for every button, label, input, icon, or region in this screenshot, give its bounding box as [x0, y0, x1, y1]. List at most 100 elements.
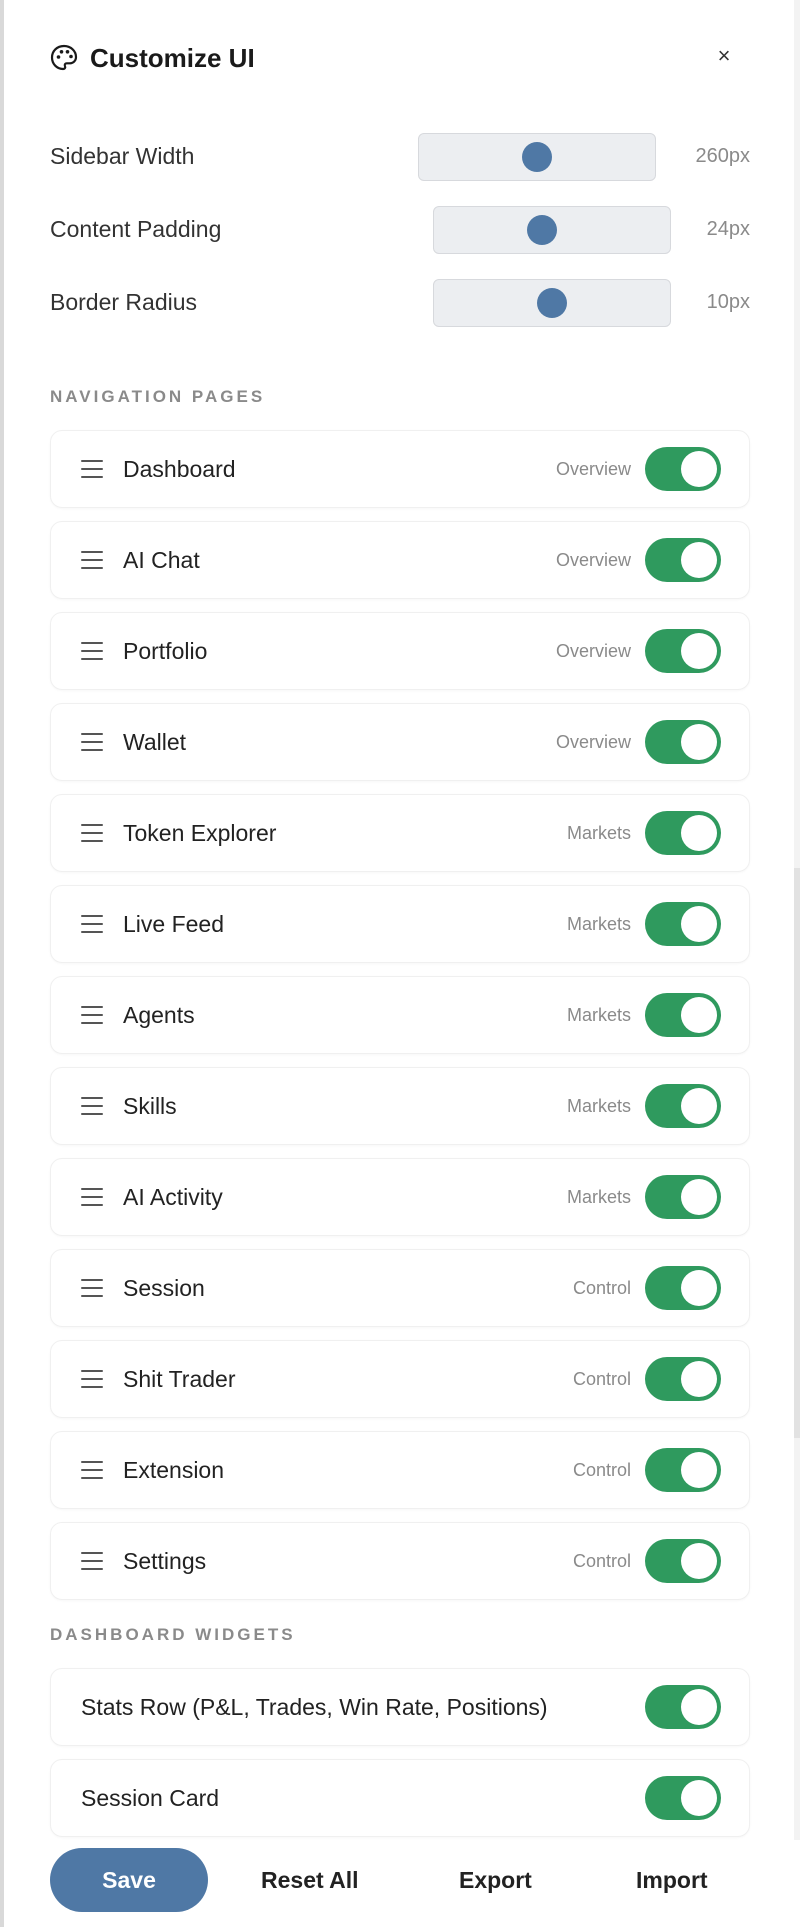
toggle-knob: [681, 1361, 717, 1397]
drag-handle-icon[interactable]: [81, 1006, 103, 1024]
nav-page-group: Control: [572, 1459, 631, 1480]
toggle-switch[interactable]: [645, 538, 721, 582]
nav-page-group: Control: [572, 1277, 631, 1298]
navigation-pages-heading: NAVIGATION PAGES: [50, 387, 266, 406]
nav-page-group: Overview: [555, 731, 631, 752]
slider-thumb[interactable]: [537, 288, 567, 318]
drag-handle-icon[interactable]: [81, 1552, 103, 1570]
dashboard-widget-item: Stats Row (P&L, Trades, Win Rate, Positi…: [50, 1668, 750, 1746]
export-button[interactable]: Export: [459, 1848, 532, 1912]
toggle-switch[interactable]: [645, 629, 721, 673]
nav-page-item: AI Activity Markets: [50, 1158, 750, 1236]
panel-footer: Save Reset All Export Import: [4, 1840, 800, 1927]
nav-page-item: Agents Markets: [50, 976, 750, 1054]
nav-page-label: Live Feed: [123, 910, 225, 937]
drag-handle-icon[interactable]: [81, 1370, 103, 1388]
nav-page-group: Overview: [555, 549, 631, 570]
slider-row-border-radius: Border Radius 10px: [50, 279, 750, 327]
toggle-switch[interactable]: [645, 1357, 721, 1401]
toggle-knob: [681, 997, 717, 1033]
slider-thumb[interactable]: [527, 215, 557, 245]
nav-page-label: Agents: [123, 1001, 195, 1028]
slider-value: 24px: [706, 218, 750, 240]
toggle-knob: [681, 724, 717, 760]
toggle-knob: [681, 1543, 717, 1579]
slider-row-content-padding: Content Padding 24px: [50, 206, 750, 254]
dashboard-widget-item: Session Card: [50, 1759, 750, 1837]
nav-page-label: Portfolio: [123, 637, 208, 664]
drag-handle-icon[interactable]: [81, 824, 103, 842]
border-radius-slider[interactable]: [433, 279, 671, 327]
close-icon: ×: [717, 43, 731, 68]
slider-value: 260px: [695, 145, 751, 167]
toggle-knob: [681, 1452, 717, 1488]
nav-page-label: Settings: [123, 1547, 207, 1574]
drag-handle-icon[interactable]: [81, 733, 103, 751]
slider-value: 10px: [706, 291, 750, 313]
nav-page-label: AI Activity: [123, 1183, 223, 1210]
drag-handle-icon[interactable]: [81, 460, 103, 478]
toggle-switch[interactable]: [645, 1776, 721, 1820]
drag-handle-icon[interactable]: [81, 551, 103, 569]
nav-page-group: Control: [572, 1368, 631, 1389]
toggle-switch[interactable]: [645, 1685, 721, 1729]
slider-label: Content Padding: [50, 216, 222, 242]
toggle-switch[interactable]: [645, 1448, 721, 1492]
nav-page-item: Shit Trader Control: [50, 1340, 750, 1418]
nav-page-group: Markets: [566, 1004, 631, 1025]
nav-page-label: Extension: [123, 1456, 225, 1483]
nav-page-item: Skills Markets: [50, 1067, 750, 1145]
toggle-switch[interactable]: [645, 1539, 721, 1583]
toggle-switch[interactable]: [645, 447, 721, 491]
save-button[interactable]: Save: [50, 1848, 208, 1912]
toggle-switch[interactable]: [645, 1175, 721, 1219]
drag-handle-icon[interactable]: [81, 642, 103, 660]
drag-handle-icon[interactable]: [81, 1461, 103, 1479]
slider-thumb[interactable]: [522, 142, 552, 172]
nav-page-label: Skills: [123, 1092, 177, 1119]
toggle-switch[interactable]: [645, 811, 721, 855]
nav-page-item: Settings Control: [50, 1522, 750, 1600]
drag-handle-icon[interactable]: [81, 1097, 103, 1115]
nav-page-label: Token Explorer: [123, 819, 277, 846]
toggle-knob: [681, 815, 717, 851]
toggle-knob: [681, 906, 717, 942]
nav-page-label: Wallet: [123, 728, 187, 755]
navigation-pages-list: Dashboard Overview AI Chat Overview Portfoli…: [50, 430, 750, 1613]
toggle-switch[interactable]: [645, 902, 721, 946]
import-button[interactable]: Import: [636, 1848, 708, 1912]
nav-page-item: Wallet Overview: [50, 703, 750, 781]
nav-page-group: Markets: [566, 1095, 631, 1116]
nav-page-item: Session Control: [50, 1249, 750, 1327]
widget-label: Stats Row (P&L, Trades, Win Rate, Positi…: [81, 1693, 548, 1720]
nav-page-label: Session: [123, 1274, 205, 1301]
toggle-switch[interactable]: [645, 1084, 721, 1128]
nav-page-label: AI Chat: [123, 546, 200, 573]
toggle-knob: [681, 1179, 717, 1215]
drag-handle-icon[interactable]: [81, 1188, 103, 1206]
toggle-switch[interactable]: [645, 993, 721, 1037]
toggle-knob: [681, 542, 717, 578]
drag-handle-icon[interactable]: [81, 915, 103, 933]
toggle-knob: [681, 1088, 717, 1124]
nav-page-item: Extension Control: [50, 1431, 750, 1509]
scrollbar-thumb[interactable]: [794, 868, 800, 1438]
slider-label: Sidebar Width: [50, 143, 195, 169]
toggle-knob: [681, 1689, 717, 1725]
nav-page-group: Markets: [566, 1186, 631, 1207]
nav-page-label: Shit Trader: [123, 1365, 236, 1392]
drag-handle-icon[interactable]: [81, 1279, 103, 1297]
widget-label: Session Card: [81, 1784, 220, 1811]
content-padding-slider[interactable]: [433, 206, 671, 254]
toggle-knob: [681, 451, 717, 487]
nav-page-item: Dashboard Overview: [50, 430, 750, 508]
slider-row-sidebar-width: Sidebar Width 260px: [50, 133, 750, 181]
toggle-knob: [681, 1270, 717, 1306]
sidebar-width-slider[interactable]: [418, 133, 656, 181]
reset-all-button[interactable]: Reset All: [261, 1848, 359, 1912]
panel-title: Customize UI: [90, 42, 255, 73]
toggle-switch[interactable]: [645, 1266, 721, 1310]
nav-page-group: Control: [572, 1550, 631, 1571]
close-button[interactable]: ×: [704, 36, 744, 76]
toggle-switch[interactable]: [645, 720, 721, 764]
